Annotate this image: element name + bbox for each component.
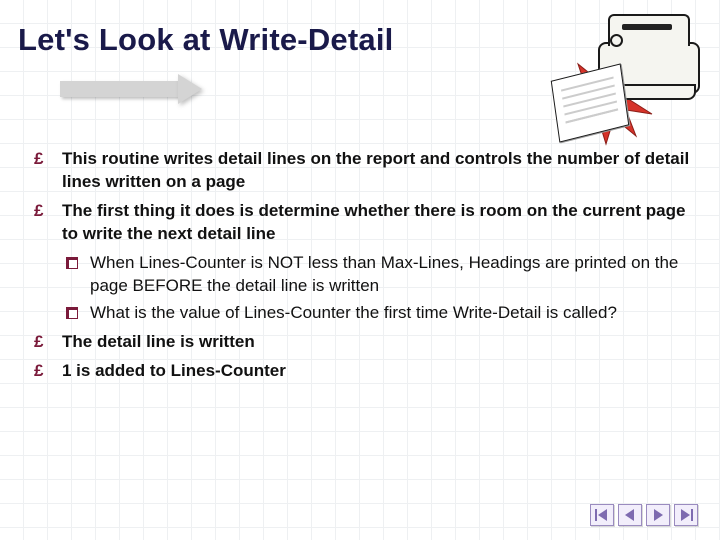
bullet-text: This routine writes detail lines on the …: [62, 149, 689, 191]
bullet-text: The detail line is written: [62, 332, 255, 351]
nav-prev-button[interactable]: [618, 504, 642, 526]
bullet-item: The detail line is written: [34, 331, 690, 354]
sub-bullet-text: When Lines-Counter is NOT less than Max-…: [90, 253, 678, 295]
nav-last-button[interactable]: [674, 504, 698, 526]
printer-clipart: [552, 6, 702, 146]
skip-back-icon: [595, 509, 609, 521]
arrow-graphic: [60, 74, 215, 104]
bullet-text: The first thing it does is determine whe…: [62, 201, 685, 243]
sub-bullet-text: What is the value of Lines-Counter the f…: [90, 303, 617, 322]
slide-nav: [590, 504, 698, 526]
nav-first-button[interactable]: [590, 504, 614, 526]
bullet-item: The first thing it does is determine whe…: [34, 200, 690, 325]
sub-bullet-item: What is the value of Lines-Counter the f…: [62, 302, 690, 325]
chevron-left-icon: [624, 509, 636, 521]
sub-bullet-list: When Lines-Counter is NOT less than Max-…: [62, 252, 690, 325]
bullet-text: 1 is added to Lines-Counter: [62, 361, 286, 380]
bullet-item: 1 is added to Lines-Counter: [34, 360, 690, 383]
chevron-right-icon: [652, 509, 664, 521]
sub-bullet-item: When Lines-Counter is NOT less than Max-…: [62, 252, 690, 298]
skip-forward-icon: [679, 509, 693, 521]
bullet-list: This routine writes detail lines on the …: [0, 148, 720, 382]
bullet-item: This routine writes detail lines on the …: [34, 148, 690, 194]
nav-next-button[interactable]: [646, 504, 670, 526]
